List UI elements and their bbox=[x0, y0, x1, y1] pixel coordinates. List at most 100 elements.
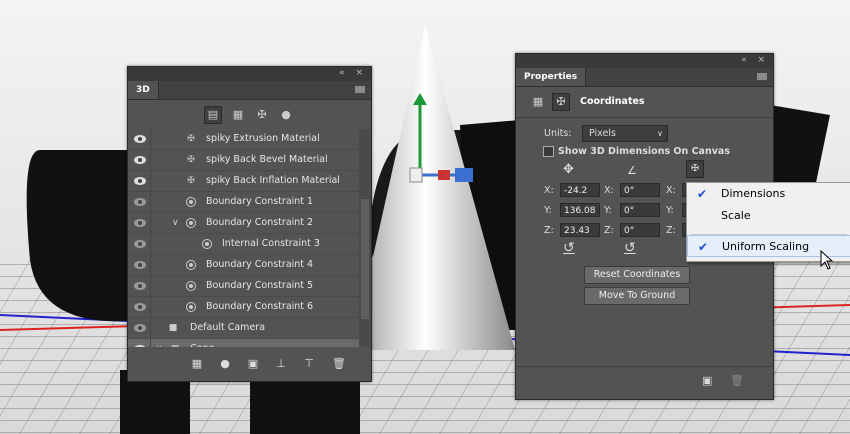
3d-panel-footer: ▦ ● ▣ ⊥ ⊤ 🗑 bbox=[128, 349, 371, 381]
eye-icon bbox=[134, 324, 146, 332]
layer-label: Internal Constraint 3 bbox=[222, 238, 320, 249]
menu-item-dimensions[interactable]: ✔ Dimensions bbox=[687, 183, 850, 205]
coordinates-icon[interactable]: ✠ bbox=[552, 93, 570, 111]
material-icon: ✠ bbox=[187, 176, 195, 186]
panel-window-buttons[interactable]: « × bbox=[339, 68, 367, 78]
x-label: X: bbox=[544, 185, 554, 196]
chevron-down-icon: ∨ bbox=[657, 129, 663, 138]
list-item[interactable]: Boundary Constraint 1 bbox=[128, 192, 359, 213]
section-title: Coordinates bbox=[580, 96, 645, 107]
properties-header: ▦ ✠ Coordinates bbox=[516, 87, 773, 118]
show-dimensions-checkbox[interactable] bbox=[543, 146, 554, 157]
position-z-input[interactable]: 23.43 bbox=[560, 223, 600, 237]
properties-titlebar[interactable]: « × bbox=[516, 54, 773, 68]
z-label: Z: bbox=[544, 225, 554, 236]
whole-scene-icon[interactable]: ▤ bbox=[204, 106, 222, 124]
z-label: Z: bbox=[666, 225, 676, 236]
y-label: Y: bbox=[666, 205, 674, 216]
reset-position-icon[interactable]: ↺ bbox=[563, 240, 575, 256]
menu-item-label: Scale bbox=[721, 209, 751, 222]
layer-label: Boundary Constraint 4 bbox=[206, 259, 314, 270]
panel-menu-icon[interactable] bbox=[757, 73, 767, 80]
visibility-toggle[interactable] bbox=[128, 192, 151, 212]
list-item[interactable]: ∨ Boundary Constraint 2 bbox=[128, 213, 359, 234]
layer-label: Default Camera bbox=[190, 322, 266, 333]
visibility-toggle[interactable] bbox=[128, 234, 151, 254]
list-item[interactable]: Boundary Constraint 4 bbox=[128, 255, 359, 276]
camera-icon: ■ bbox=[168, 323, 178, 333]
list-item[interactable]: ✠ spiky Extrusion Material bbox=[128, 129, 359, 150]
eye-icon bbox=[134, 240, 146, 248]
list-item[interactable]: ■ Default Camera bbox=[128, 318, 359, 339]
add-light-icon[interactable]: ● bbox=[218, 357, 232, 371]
eye-icon bbox=[134, 198, 146, 206]
lights-icon[interactable]: ● bbox=[278, 107, 294, 123]
position-y-input[interactable]: 136.08 bbox=[560, 203, 600, 217]
eye-icon bbox=[134, 303, 146, 311]
trash-icon[interactable]: 🗑 bbox=[332, 357, 346, 371]
list-item[interactable]: Boundary Constraint 5 bbox=[128, 276, 359, 297]
eye-icon bbox=[134, 282, 146, 290]
visibility-toggle[interactable] bbox=[128, 150, 151, 170]
3d-panel-titlebar[interactable]: « × bbox=[128, 67, 371, 81]
eye-icon bbox=[134, 261, 146, 269]
units-dropdown[interactable]: Pixels ∨ bbox=[582, 125, 668, 142]
properties-tabrow: Properties bbox=[516, 68, 773, 87]
rotation-x-input[interactable]: 0° bbox=[620, 183, 660, 197]
eye-icon bbox=[134, 177, 146, 185]
visibility-toggle[interactable] bbox=[128, 318, 151, 338]
list-item[interactable]: ✠ spiky Back Bevel Material bbox=[128, 150, 359, 171]
check-icon: ✔ bbox=[697, 187, 708, 201]
reset-rotation-icon[interactable]: ↺ bbox=[624, 240, 636, 256]
constraint-add-icon[interactable]: ⊤ bbox=[302, 357, 316, 371]
rotation-z-input[interactable]: 0° bbox=[620, 223, 660, 237]
eye-icon bbox=[134, 345, 146, 347]
panel-menu-icon[interactable] bbox=[355, 86, 365, 93]
move-to-ground-button[interactable]: Move To Ground bbox=[584, 287, 690, 305]
meshes-icon[interactable]: ▦ bbox=[230, 107, 246, 123]
3d-panel-tabrow: 3D bbox=[128, 81, 371, 100]
render-icon[interactable]: ▣ bbox=[702, 374, 712, 387]
list-item[interactable]: Internal Constraint 3 bbox=[128, 234, 359, 255]
constraint-icon bbox=[186, 281, 196, 291]
layer-scrollbar[interactable] bbox=[359, 129, 371, 347]
mesh-icon: ▦ bbox=[170, 344, 180, 347]
list-item[interactable]: ∨ ▦ Cone bbox=[128, 339, 359, 347]
y-label: Y: bbox=[544, 205, 552, 216]
tab-properties[interactable]: Properties bbox=[516, 68, 587, 86]
mesh-icon[interactable]: ▦ bbox=[530, 94, 546, 110]
visibility-toggle[interactable] bbox=[128, 255, 151, 275]
list-item[interactable]: ✠ spiky Back Inflation Material bbox=[128, 171, 359, 192]
position-x-input[interactable]: -24.2 bbox=[560, 183, 600, 197]
visibility-toggle[interactable] bbox=[128, 276, 151, 296]
scrollbar-thumb[interactable] bbox=[361, 199, 369, 319]
visibility-toggle[interactable] bbox=[128, 129, 151, 149]
visibility-toggle[interactable] bbox=[128, 171, 151, 191]
drop-to-ground-icon[interactable]: ⊥ bbox=[274, 357, 288, 371]
rotation-y-input[interactable]: 0° bbox=[620, 203, 660, 217]
visibility-toggle[interactable] bbox=[128, 339, 151, 347]
cursor-icon bbox=[820, 250, 834, 270]
visibility-toggle[interactable] bbox=[128, 297, 151, 317]
material-icon: ✠ bbox=[187, 155, 195, 165]
render-icon[interactable]: ▣ bbox=[246, 357, 260, 371]
menu-item-label: Dimensions bbox=[721, 187, 786, 200]
materials-icon[interactable]: ✠ bbox=[254, 107, 270, 123]
tab-3d[interactable]: 3D bbox=[128, 81, 159, 99]
menu-item-scale[interactable]: Scale bbox=[687, 205, 850, 227]
reset-coordinates-button[interactable]: Reset Coordinates bbox=[584, 266, 690, 284]
units-label: Units: bbox=[544, 128, 572, 139]
rotate-icon: ∠ bbox=[627, 164, 637, 177]
y-label: Y: bbox=[604, 205, 612, 216]
add-mesh-icon[interactable]: ▦ bbox=[190, 357, 204, 371]
panel-window-buttons[interactable]: « × bbox=[741, 55, 769, 65]
scale-icon[interactable]: ✠ bbox=[686, 160, 704, 178]
constraint-icon bbox=[186, 218, 196, 228]
chevron-down-icon[interactable]: ∨ bbox=[156, 339, 163, 347]
chevron-down-icon[interactable]: ∨ bbox=[172, 213, 179, 233]
trash-icon[interactable]: 🗑 bbox=[730, 374, 744, 387]
position-icon: ✥ bbox=[563, 162, 574, 177]
check-icon: ✔ bbox=[698, 240, 709, 254]
visibility-toggle[interactable] bbox=[128, 213, 151, 233]
list-item[interactable]: Boundary Constraint 6 bbox=[128, 297, 359, 318]
